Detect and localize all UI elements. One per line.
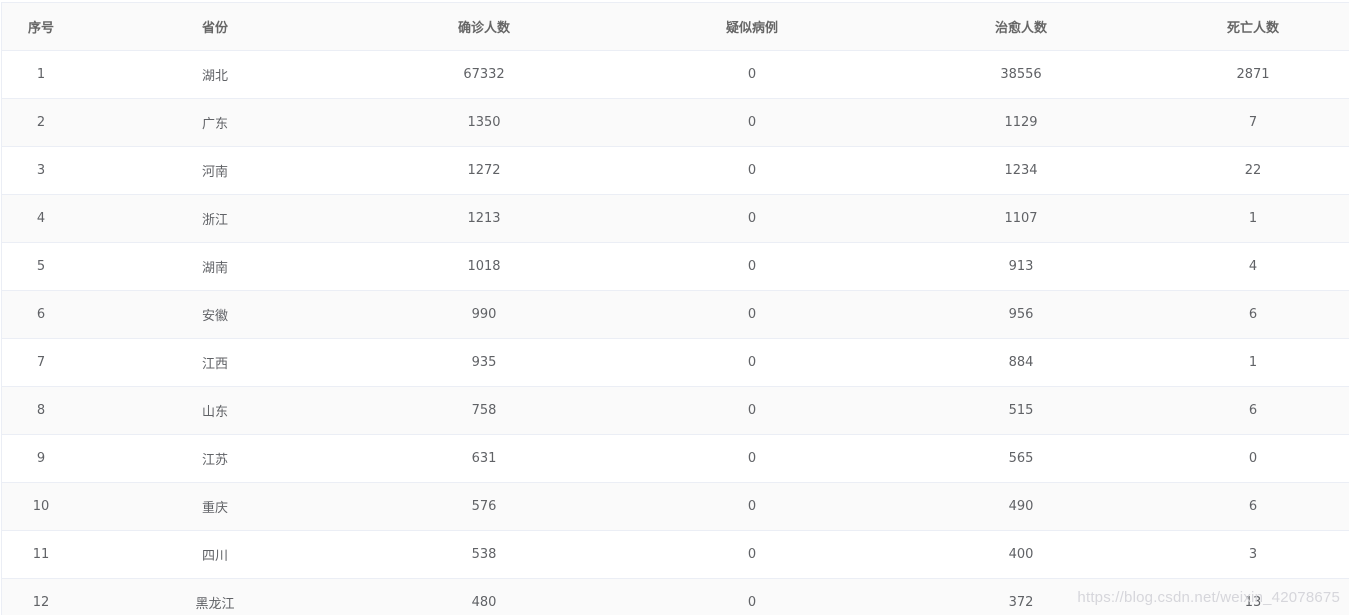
cell-suspected: 0 [618, 483, 886, 531]
table-row[interactable]: 9江苏63105650 [2, 435, 1349, 483]
cell-cured: 1129 [886, 99, 1156, 147]
cell-index: 2 [2, 99, 80, 147]
cell-deaths: 1 [1156, 339, 1349, 387]
cell-suspected: 0 [618, 243, 886, 291]
cell-province: 四川 [80, 531, 350, 579]
data-table: 序号 省份 确诊人数 疑似病例 治愈人数 死亡人数 1湖北67332038556… [1, 2, 1349, 615]
table-row[interactable]: 12黑龙江480037213 [2, 579, 1349, 615]
cell-cured: 38556 [886, 51, 1156, 99]
cell-confirmed: 538 [350, 531, 618, 579]
cell-deaths: 6 [1156, 483, 1349, 531]
cell-province: 山东 [80, 387, 350, 435]
table-body: 1湖北6733203855628712广东13500112973河南127201… [2, 51, 1349, 615]
cell-cured: 956 [886, 291, 1156, 339]
cell-suspected: 0 [618, 579, 886, 615]
cell-deaths: 22 [1156, 147, 1349, 195]
province-stats-table: 序号 省份 确诊人数 疑似病例 治愈人数 死亡人数 1湖北67332038556… [2, 3, 1349, 615]
cell-deaths: 1 [1156, 195, 1349, 243]
cell-province: 安徽 [80, 291, 350, 339]
cell-index: 12 [2, 579, 80, 615]
cell-suspected: 0 [618, 195, 886, 243]
cell-deaths: 7 [1156, 99, 1349, 147]
header-suspected[interactable]: 疑似病例 [618, 3, 886, 51]
cell-confirmed: 67332 [350, 51, 618, 99]
cell-cured: 565 [886, 435, 1156, 483]
cell-index: 8 [2, 387, 80, 435]
header-province[interactable]: 省份 [80, 3, 350, 51]
cell-index: 4 [2, 195, 80, 243]
cell-cured: 884 [886, 339, 1156, 387]
table-row[interactable]: 8山东75805156 [2, 387, 1349, 435]
cell-index: 1 [2, 51, 80, 99]
cell-deaths: 4 [1156, 243, 1349, 291]
cell-index: 10 [2, 483, 80, 531]
cell-province: 黑龙江 [80, 579, 350, 615]
cell-suspected: 0 [618, 51, 886, 99]
cell-province: 江苏 [80, 435, 350, 483]
cell-province: 浙江 [80, 195, 350, 243]
cell-confirmed: 1213 [350, 195, 618, 243]
cell-cured: 913 [886, 243, 1156, 291]
table-row[interactable]: 2广东1350011297 [2, 99, 1349, 147]
cell-suspected: 0 [618, 99, 886, 147]
table-row[interactable]: 4浙江1213011071 [2, 195, 1349, 243]
table-row[interactable]: 7江西93508841 [2, 339, 1349, 387]
cell-province: 湖北 [80, 51, 350, 99]
header-cured[interactable]: 治愈人数 [886, 3, 1156, 51]
cell-deaths: 6 [1156, 387, 1349, 435]
header-index[interactable]: 序号 [2, 3, 80, 51]
cell-confirmed: 990 [350, 291, 618, 339]
cell-suspected: 0 [618, 147, 886, 195]
cell-suspected: 0 [618, 435, 886, 483]
cell-confirmed: 480 [350, 579, 618, 615]
table-row[interactable]: 3河南12720123422 [2, 147, 1349, 195]
cell-confirmed: 1350 [350, 99, 618, 147]
cell-cured: 400 [886, 531, 1156, 579]
cell-index: 3 [2, 147, 80, 195]
cell-deaths: 3 [1156, 531, 1349, 579]
cell-confirmed: 631 [350, 435, 618, 483]
header-deaths[interactable]: 死亡人数 [1156, 3, 1349, 51]
cell-deaths: 6 [1156, 291, 1349, 339]
table-row[interactable]: 5湖南101809134 [2, 243, 1349, 291]
table-row[interactable]: 1湖北673320385562871 [2, 51, 1349, 99]
table-header: 序号 省份 确诊人数 疑似病例 治愈人数 死亡人数 [2, 3, 1349, 51]
table-row[interactable]: 10重庆57604906 [2, 483, 1349, 531]
cell-province: 湖南 [80, 243, 350, 291]
cell-suspected: 0 [618, 531, 886, 579]
table-row[interactable]: 6安徽99009566 [2, 291, 1349, 339]
cell-index: 11 [2, 531, 80, 579]
cell-cured: 1107 [886, 195, 1156, 243]
cell-suspected: 0 [618, 291, 886, 339]
cell-confirmed: 1018 [350, 243, 618, 291]
cell-index: 9 [2, 435, 80, 483]
cell-deaths: 0 [1156, 435, 1349, 483]
header-confirmed[interactable]: 确诊人数 [350, 3, 618, 51]
cell-province: 重庆 [80, 483, 350, 531]
cell-confirmed: 576 [350, 483, 618, 531]
cell-province: 河南 [80, 147, 350, 195]
cell-deaths: 13 [1156, 579, 1349, 615]
cell-index: 5 [2, 243, 80, 291]
cell-index: 6 [2, 291, 80, 339]
cell-confirmed: 758 [350, 387, 618, 435]
cell-deaths: 2871 [1156, 51, 1349, 99]
header-row: 序号 省份 确诊人数 疑似病例 治愈人数 死亡人数 [2, 3, 1349, 51]
cell-suspected: 0 [618, 339, 886, 387]
table-row[interactable]: 11四川53804003 [2, 531, 1349, 579]
cell-cured: 1234 [886, 147, 1156, 195]
cell-cured: 490 [886, 483, 1156, 531]
cell-cured: 515 [886, 387, 1156, 435]
cell-confirmed: 935 [350, 339, 618, 387]
cell-province: 广东 [80, 99, 350, 147]
cell-index: 7 [2, 339, 80, 387]
cell-suspected: 0 [618, 387, 886, 435]
cell-province: 江西 [80, 339, 350, 387]
cell-confirmed: 1272 [350, 147, 618, 195]
cell-cured: 372 [886, 579, 1156, 615]
